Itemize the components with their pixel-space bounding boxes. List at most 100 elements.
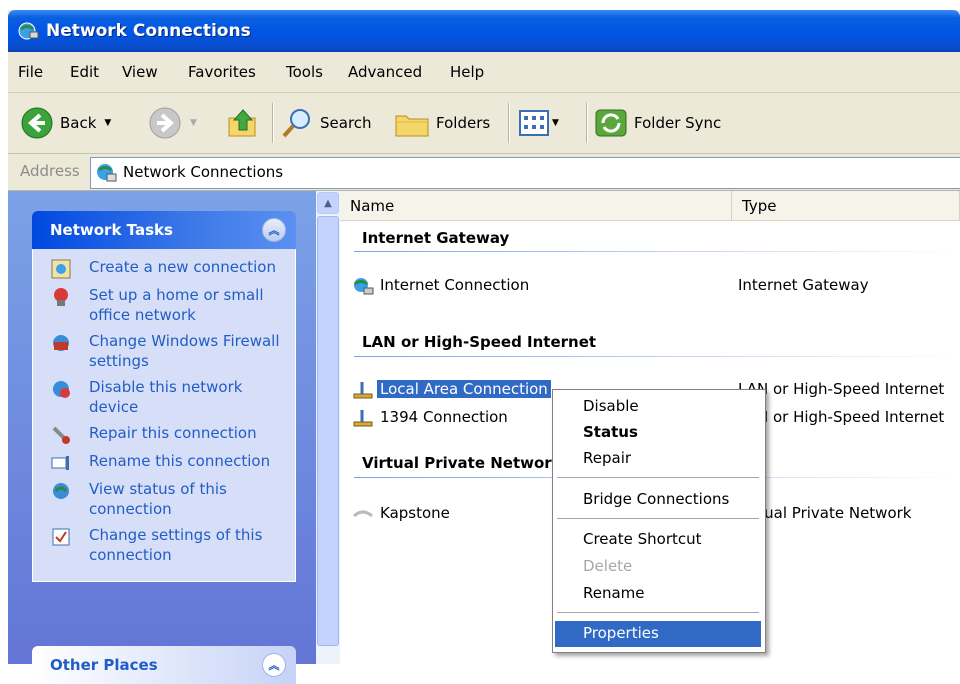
menu-item-status[interactable]: Status [555,420,761,446]
menu-edit[interactable]: Edit [70,63,99,81]
task-home-network[interactable]: Set up a home or small office network [33,285,295,325]
folders-label: Folders [436,114,491,132]
collapse-icon[interactable]: ︽ [262,218,286,242]
menu-item-label: Properties [583,624,659,642]
toolbar-separator [508,103,509,143]
back-button[interactable]: Back ▼ [20,103,111,143]
menu-item-properties[interactable]: Properties [555,621,761,647]
menu-view[interactable]: View [122,63,158,81]
back-arrow-icon [21,107,53,139]
title-bar[interactable]: Network Connections [8,10,960,52]
other-places-header[interactable]: Other Places ︽ [32,646,296,684]
toolbar: Back ▼ ▼ Search Folders ▼ Folder Sync [8,93,960,154]
up-folder-icon [228,109,256,137]
forward-arrow-icon [149,107,181,139]
window-title: Network Connections [46,21,251,41]
back-label: Back [60,114,97,132]
menu-item-label: Repair [583,449,632,467]
task-create-connection[interactable]: Create a new connection [33,257,295,279]
network-adapter-icon [353,410,373,427]
menu-item-bridge[interactable]: Bridge Connections [555,487,761,513]
task-pane: Network Tasks ︽ Create a new connection … [8,191,316,684]
new-connection-icon [51,259,71,279]
views-icon [519,110,549,136]
search-label: Search [320,114,372,132]
repair-icon [52,426,70,444]
column-name-header[interactable]: Name [340,191,732,221]
connection-internet[interactable]: Internet Connection Internet Gateway [348,274,960,298]
menu-separator [557,612,759,613]
group-vpn: Virtual Private Network [362,454,562,472]
column-type-label: Type [742,197,777,215]
vpn-icon [353,510,373,518]
toolbar-separator [586,103,587,143]
task-rename-connection[interactable]: Rename this connection [33,451,295,473]
menu-file[interactable]: File [18,63,43,81]
status-icon [53,483,69,499]
views-button[interactable]: ▼ [518,103,559,143]
task-firewall-settings[interactable]: Change Windows Firewall settings [33,331,295,371]
chevron-down-icon[interactable]: ▼ [104,118,111,128]
network-connections-icon [18,22,39,40]
task-change-settings[interactable]: Change settings of this connection [33,525,295,565]
connection-name: Internet Connection [380,276,530,294]
connection-type: LAN or High-Speed Internet [738,380,945,398]
menu-item-rename[interactable]: Rename [555,581,761,607]
explorer-window: Network Connections File Edit View Favor… [8,10,960,684]
forward-button[interactable]: ▼ [148,103,197,143]
collapse-icon[interactable]: ︽ [262,653,286,677]
menu-item-label: Disable [583,397,639,415]
menu-bar: File Edit View Favorites Tools Advanced … [8,52,960,93]
firewall-icon [53,335,69,351]
folders-button[interactable]: Folders [394,103,490,143]
connection-name: Kapstone [380,504,450,522]
menu-favorites[interactable]: Favorites [188,63,256,81]
menu-advanced[interactable]: Advanced [348,63,422,81]
task-label: Set up a home or small office network [89,286,264,324]
menu-item-create-shortcut[interactable]: Create Shortcut [555,527,761,553]
address-field[interactable]: Network Connections [90,157,960,189]
task-view-status[interactable]: View status of this connection [33,479,295,519]
group-divider [354,356,960,357]
column-name-label: Name [350,197,395,215]
rename-icon [51,456,69,470]
group-lan: LAN or High-Speed Internet [362,333,597,351]
chevron-down-icon: ▼ [190,118,197,128]
toolbar-separator [272,103,273,143]
context-menu: Disable Status Repair Bridge Connections… [552,389,766,653]
column-type-header[interactable]: Type [732,191,960,221]
task-label: Change settings of this connection [89,526,263,564]
connection-name: Local Area Connection [377,380,551,398]
menu-help[interactable]: Help [450,63,484,81]
network-tasks-list: Create a new connection Set up a home or… [32,249,296,582]
menu-tools[interactable]: Tools [286,63,323,81]
task-label: Repair this connection [89,424,257,442]
task-repair-connection[interactable]: Repair this connection [33,423,295,445]
internet-gateway-icon [354,278,374,295]
up-folder-button[interactable] [226,103,260,143]
folder-sync-label: Folder Sync [634,114,722,132]
connection-name: 1394 Connection [380,408,508,426]
chevron-down-icon[interactable]: ▼ [552,118,559,128]
scroll-up-icon[interactable]: ▲ [317,192,339,214]
connection-type: Internet Gateway [738,276,869,294]
scroll-thumb[interactable] [317,216,339,646]
menu-item-repair[interactable]: Repair [555,446,761,472]
menu-item-label: Rename [583,584,645,602]
search-button[interactable]: Search [280,103,372,143]
network-tasks-title: Network Tasks [50,221,173,239]
search-icon [282,109,310,138]
menu-item-label: Delete [583,557,633,575]
task-label: Create a new connection [89,258,276,276]
home-network-icon [54,288,68,306]
connection-type: LAN or High-Speed Internet [738,408,945,426]
folder-sync-button[interactable]: Folder Sync [594,103,721,143]
menu-item-label: Status [583,423,638,441]
network-tasks-panel: Network Tasks ︽ Create a new connection … [32,211,296,582]
task-label: Change Windows Firewall settings [89,332,280,370]
menu-item-label: Bridge Connections [583,490,730,508]
task-disable-device[interactable]: Disable this network device [33,377,295,417]
network-tasks-header[interactable]: Network Tasks ︽ [32,211,296,249]
menu-item-disable[interactable]: Disable [555,394,761,420]
left-pane-scrollbar[interactable]: ▲ [316,191,340,664]
